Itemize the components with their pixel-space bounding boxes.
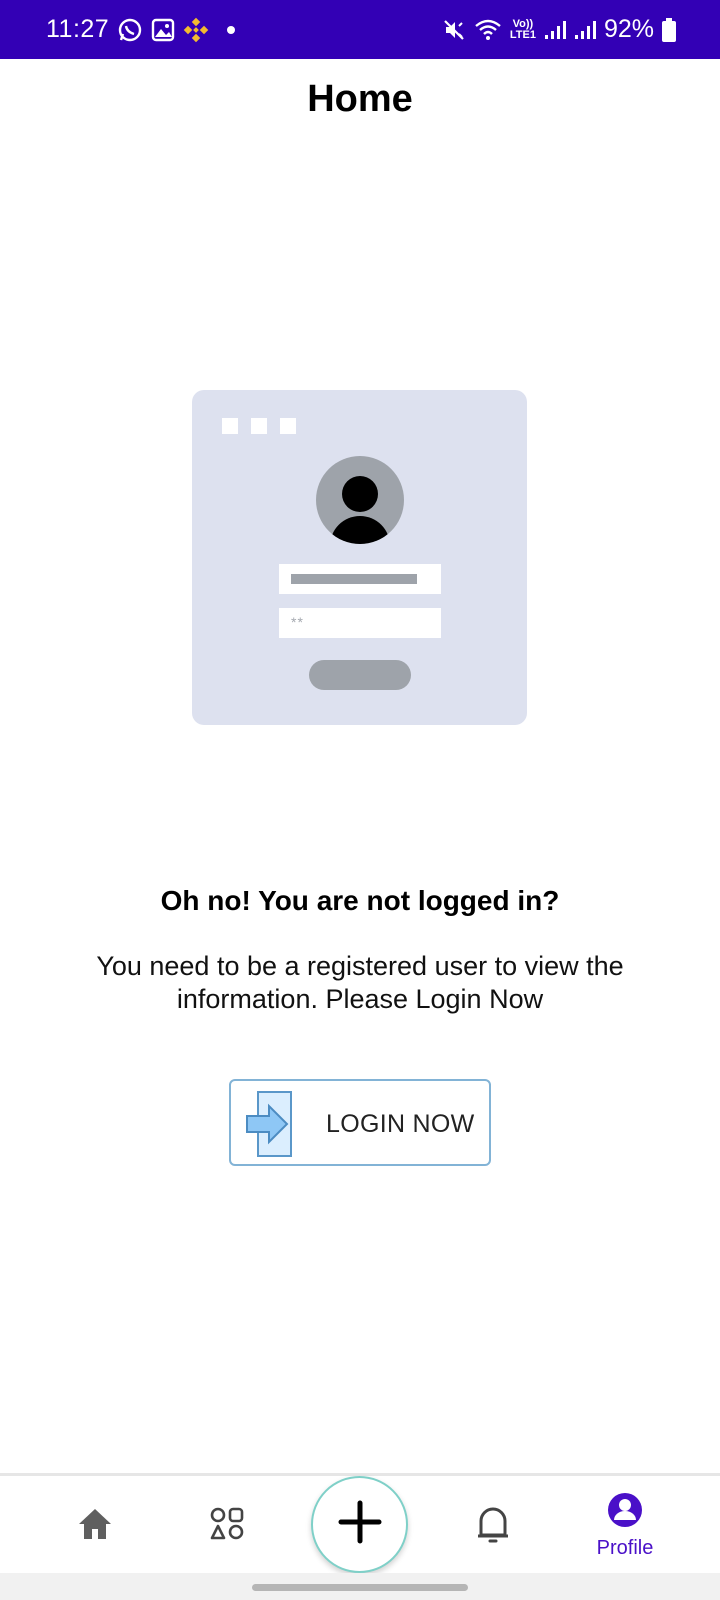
- window-dot: [280, 418, 296, 434]
- bell-icon: [475, 1503, 511, 1550]
- status-left: 11:27: [46, 15, 236, 44]
- not-logged-in-message: You need to be a registered user to view…: [96, 951, 624, 1014]
- lte-bottom: LTE1: [509, 28, 536, 41]
- illustration-button: [309, 660, 411, 690]
- signal-icon: [544, 19, 566, 41]
- illustration-username-field: [279, 564, 441, 594]
- status-bar: 11:27 Vo)) LTE1 92%: [0, 0, 720, 59]
- gesture-area: [0, 1573, 720, 1600]
- login-illustration: **: [192, 390, 527, 725]
- gesture-handle[interactable]: [252, 1584, 468, 1591]
- dot-icon: [227, 25, 236, 34]
- home-icon: [77, 1507, 113, 1546]
- status-time: 11:27: [46, 15, 110, 43]
- signal-icon: [574, 19, 596, 41]
- illustration-password-field: **: [279, 608, 441, 638]
- password-mask: **: [291, 614, 304, 630]
- lte-indicator: Vo)) LTE1: [509, 18, 536, 41]
- mute-icon: [442, 18, 466, 42]
- avatar-icon: [316, 456, 404, 544]
- nav-label-profile: Profile: [596, 1537, 654, 1559]
- not-logged-in-heading: Oh no! You are not logged in?: [160, 885, 560, 916]
- login-now-button[interactable]: LOGIN NOW: [229, 1079, 491, 1166]
- window-dot: [251, 418, 267, 434]
- status-right: Vo)) LTE1 92%: [442, 15, 676, 44]
- login-arrow-icon: [245, 1090, 295, 1158]
- binance-icon: [183, 17, 209, 43]
- page-title: Home: [307, 78, 413, 120]
- nav-item-notifications[interactable]: [453, 1476, 533, 1576]
- categories-icon: [210, 1507, 244, 1546]
- nav-item-profile[interactable]: Profile: [580, 1476, 670, 1576]
- battery-icon: [662, 17, 676, 42]
- gallery-icon: [151, 18, 175, 42]
- battery-percent: 92%: [603, 15, 654, 43]
- add-button[interactable]: [311, 1476, 408, 1573]
- plus-icon: [338, 1500, 382, 1549]
- login-now-label: LOGIN NOW: [326, 1110, 475, 1138]
- window-dot: [222, 418, 238, 434]
- whatsapp-icon: [117, 17, 143, 43]
- wifi-icon: [474, 18, 502, 42]
- nav-item-categories[interactable]: [187, 1476, 267, 1576]
- nav-item-home[interactable]: [55, 1476, 135, 1576]
- profile-icon: [607, 1492, 643, 1533]
